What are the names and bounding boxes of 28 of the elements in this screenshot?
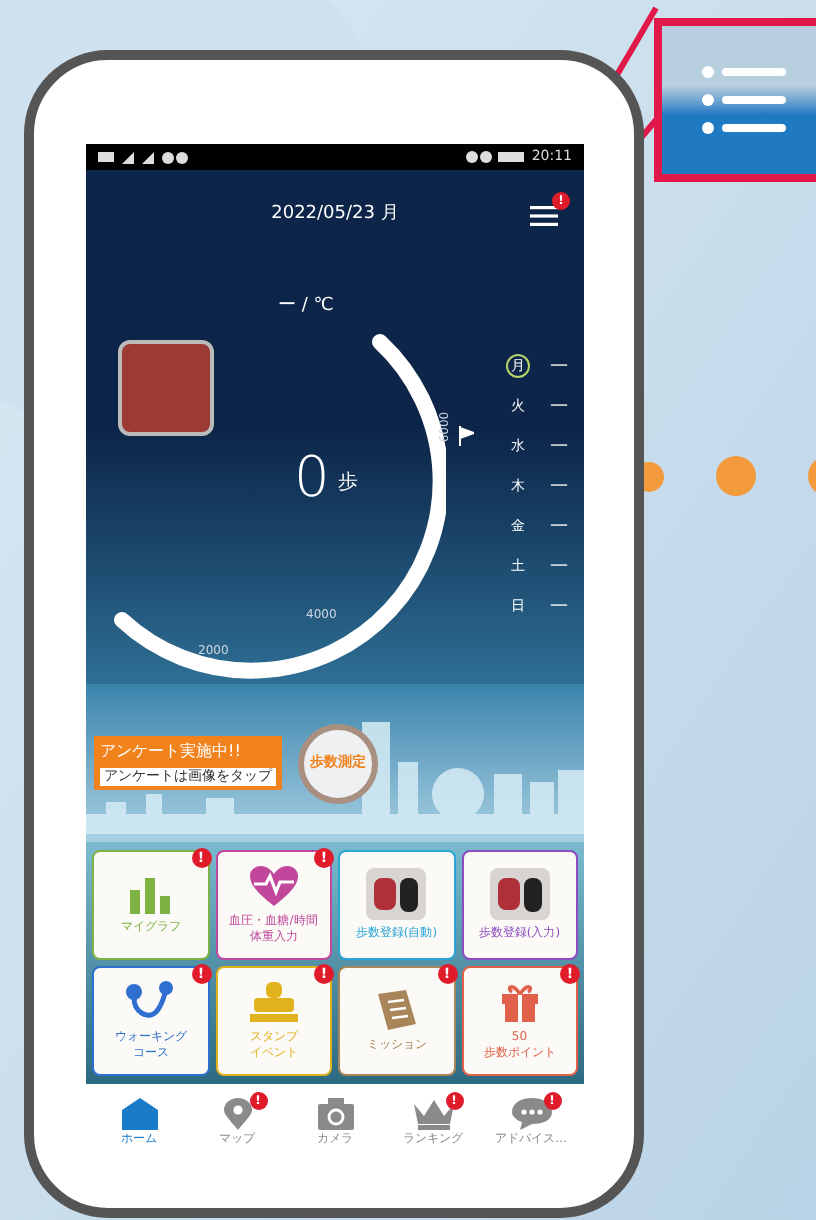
weekday-steps: —	[550, 437, 568, 455]
bar-chart-icon	[128, 874, 173, 915]
menu-icon	[530, 204, 558, 228]
weekday-steps: —	[550, 397, 568, 415]
weather-photo-placeholder	[118, 340, 214, 436]
gift-icon	[497, 980, 542, 1025]
survey-title: アンケート実施中!!	[100, 740, 243, 765]
camera-icon	[317, 1098, 353, 1130]
menu-icon	[702, 64, 786, 136]
map-pin-icon	[223, 1098, 251, 1130]
step-count: 0	[294, 450, 330, 506]
weekday-steps: —	[550, 357, 568, 375]
chat-bubble-icon	[511, 1098, 551, 1130]
weekday-steps: —	[550, 517, 568, 535]
battery-icon	[465, 150, 526, 164]
date-label: 2022/05/23 月	[271, 202, 399, 229]
home-icon	[121, 1098, 157, 1130]
heart-pulse-icon	[247, 864, 300, 909]
crown-icon	[411, 1098, 455, 1130]
device-photo-placeholder	[489, 868, 550, 921]
device-photo-placeholder	[366, 868, 427, 921]
temperature-label: ー / ℃	[278, 294, 334, 320]
weekday-steps: —	[550, 597, 568, 615]
weekday-steps: —	[550, 477, 568, 495]
weekday-steps: —	[550, 557, 568, 575]
goal-flag-icon	[458, 426, 474, 446]
stamp-icon	[247, 980, 300, 1025]
step-unit: 歩	[337, 469, 358, 498]
